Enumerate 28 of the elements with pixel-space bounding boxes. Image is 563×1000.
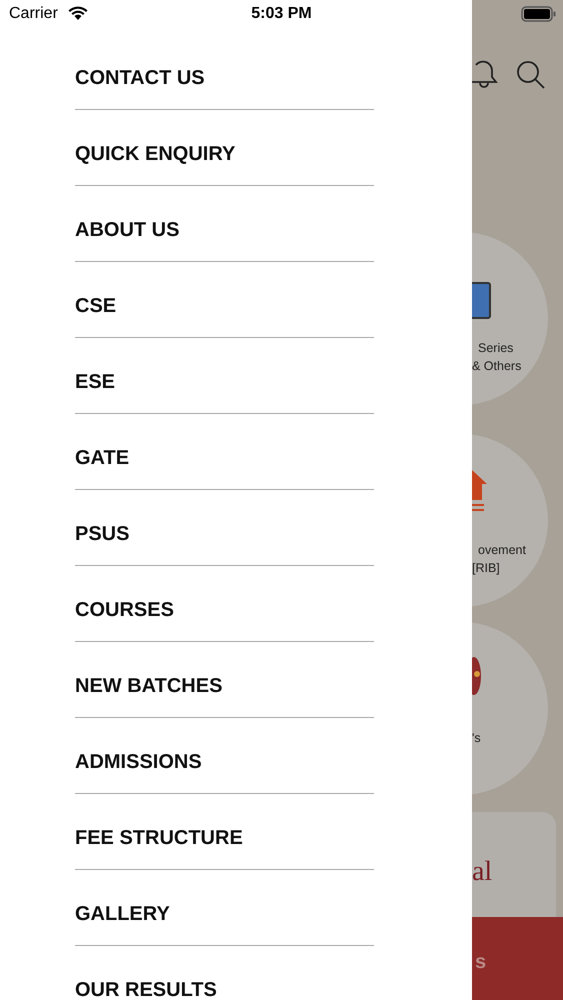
battery-icon [521, 6, 556, 22]
tablet-icon [472, 282, 492, 320]
menu-item[interactable]: ADMISSIONS [75, 718, 374, 794]
search-icon[interactable] [516, 60, 546, 90]
wifi-icon [68, 6, 88, 21]
tile-label: 's [472, 731, 481, 745]
menu-item[interactable]: PSUS [75, 490, 374, 566]
carrier-label: Carrier [9, 5, 58, 23]
banner-text: s [475, 951, 486, 974]
menu-item[interactable]: OUR RESULTS [75, 946, 374, 1000]
status-time: 5:03 PM [251, 5, 312, 23]
menu-item[interactable]: CONTACT US [75, 34, 374, 110]
bell-icon [472, 60, 498, 88]
menu-item[interactable]: ESE [75, 338, 374, 414]
tile-label: Series [478, 341, 514, 355]
menu-item[interactable]: CSE [75, 262, 374, 338]
tile-label: & Others [472, 359, 522, 373]
menu-item[interactable]: QUICK ENQUIRY [75, 110, 374, 186]
menu-item[interactable]: NEW BATCHES [75, 642, 374, 718]
badge-icon [472, 656, 484, 696]
tile-label: ovement [478, 543, 526, 557]
menu-item[interactable]: GATE [75, 414, 374, 490]
menu-item[interactable]: FEE STRUCTURE [75, 794, 374, 870]
menu-item[interactable]: COURSES [75, 566, 374, 642]
menu-item[interactable]: ABOUT US [75, 186, 374, 262]
card-title: al [472, 856, 492, 888]
menu-item[interactable]: GALLERY [75, 870, 374, 946]
tile-label: [RIB] [472, 561, 500, 575]
